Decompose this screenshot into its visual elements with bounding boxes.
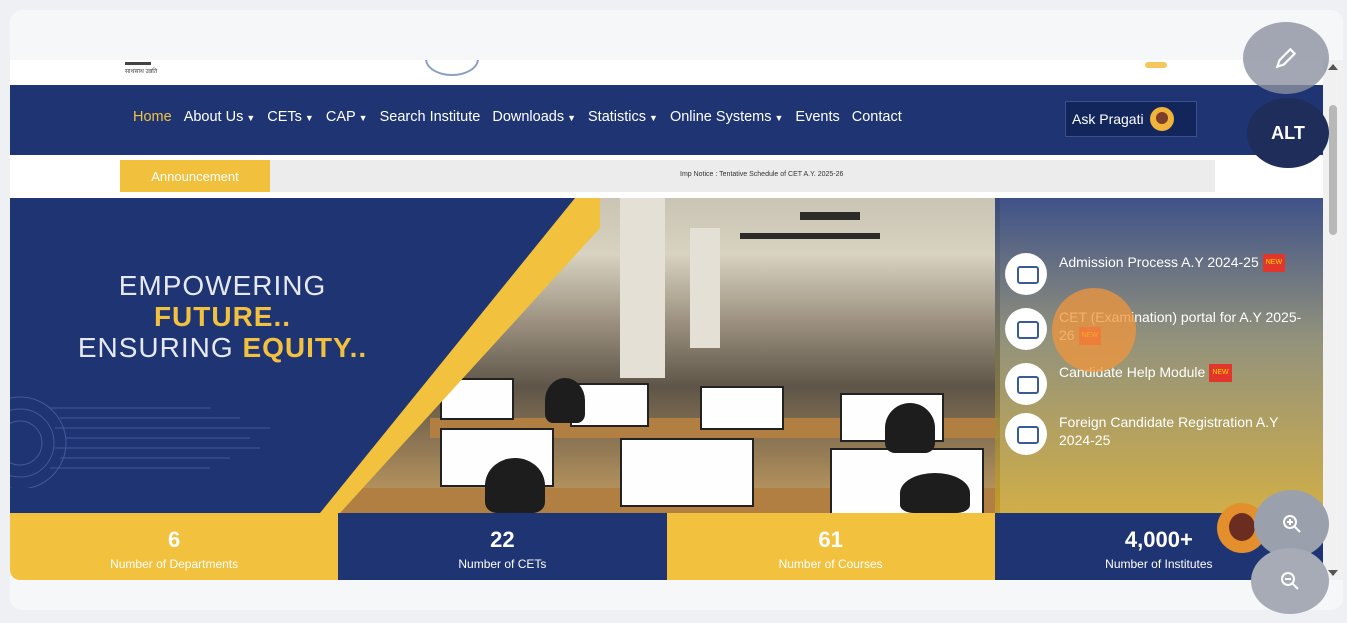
nav-item-label: Events [795, 109, 840, 125]
scroll-down-icon[interactable] [1328, 570, 1338, 576]
stat-label: Number of Courses [778, 557, 883, 571]
stat-value: 6 [168, 527, 181, 552]
nav-item-online-systems[interactable]: Online Systems ▼ [664, 109, 789, 125]
nav-item-label: About Us [183, 109, 244, 125]
nav-item-events[interactable]: Events [789, 109, 845, 125]
nav-item-downloads[interactable]: Downloads ▼ [486, 109, 582, 125]
new-badge: NEW [1262, 254, 1286, 273]
hero-line-1: EMPOWERING [118, 270, 327, 301]
quick-link-icon [1005, 363, 1047, 405]
caret-down-icon: ▼ [774, 113, 784, 123]
quick-link-4[interactable]: Foreign Candidate Registration A.Y 2024-… [1005, 413, 1310, 455]
nav-item-label: Statistics [588, 109, 647, 125]
zoom-in-icon [1282, 515, 1301, 533]
hero-tagline: EMPOWERING FUTURE.. ENSURING EQUITY.. [60, 270, 385, 363]
stats-strip: 6 Number of Departments 22 Number of CETs 61… [10, 513, 1323, 580]
stat-tile: 6 Number of Departments [10, 513, 339, 580]
nav-item-label: Online Systems [669, 109, 772, 125]
quick-link-label: Admission Process A.Y 2024-25 NEW [1059, 253, 1286, 273]
pencil-icon [1275, 47, 1297, 69]
nav-item-cets[interactable]: CETs ▼ [261, 109, 320, 125]
hero-line-3: ENSURING EQUITY.. [77, 332, 368, 363]
nav-item-label: Search Institute [379, 109, 481, 125]
zoom-out-button[interactable] [1251, 548, 1329, 614]
browser-frame: साथसाथ उन्नति Home About Us ▼ CETs ▼ CAP ▼ Sear… [10, 10, 1343, 610]
nav-item-label: Contact [851, 109, 902, 125]
nav-item-label: Downloads [492, 109, 565, 125]
quick-link-2[interactable]: CET (Examination) portal for A.Y 2025-26… [1005, 308, 1310, 350]
stat-value: 22 [490, 527, 515, 552]
cursor-highlight [1052, 288, 1136, 372]
govt-logo-text: साथसाथ उन्नति [125, 69, 158, 75]
nav-item-label: Home [133, 109, 172, 125]
alt-text-button[interactable]: ALT [1247, 98, 1329, 168]
nav-item-contact[interactable]: Contact [846, 109, 908, 125]
caret-down-icon: ▼ [246, 113, 256, 123]
announcement-tab: Announcement [120, 160, 270, 192]
nav-item-label: CETs [267, 109, 302, 125]
quick-link-icon [1005, 413, 1047, 455]
logo-strip: साथसाथ उन्नति [10, 60, 1323, 85]
ask-pragati-label: Ask Pragati [1072, 111, 1144, 127]
govt-logo[interactable]: साथसाथ उन्नति [125, 60, 165, 75]
ask-pragati-button[interactable]: Ask Pragati [1065, 101, 1197, 137]
scroll-up-icon[interactable] [1328, 64, 1338, 70]
new-badge: NEW [1209, 364, 1232, 383]
caret-down-icon: ▼ [304, 113, 314, 123]
quick-link-icon [1005, 253, 1047, 295]
stat-tile: 61 Number of Courses [666, 513, 995, 580]
scroll-thumb[interactable] [1329, 105, 1337, 235]
nav-item-statistics[interactable]: Statistics ▼ [582, 109, 664, 125]
edit-button[interactable] [1243, 22, 1329, 94]
announcement-bar: Announcement Imp Notice : Tentative Sche… [120, 160, 1215, 192]
nav-item-search-institute[interactable]: Search Institute [374, 109, 487, 125]
nav-item-home[interactable]: Home [127, 109, 178, 125]
nav-item-label: CAP [325, 109, 356, 125]
circuit-decoration [10, 396, 270, 488]
stat-value: 61 [818, 527, 843, 552]
quick-link-icon [1005, 308, 1047, 350]
announcement-marquee[interactable]: Imp Notice : Tentative Schedule of CET A… [680, 171, 843, 178]
right-logo [1145, 62, 1167, 68]
stat-tile: 22 Number of CETs [338, 513, 667, 580]
cell-emblem-logo[interactable] [425, 60, 479, 76]
nav-item-cap[interactable]: CAP ▼ [320, 109, 374, 125]
quick-links-panel: Admission Process A.Y 2024-25NEW CET (Exa… [995, 198, 1323, 513]
assistant-avatar-icon [1149, 107, 1174, 131]
zoom-out-icon [1281, 572, 1299, 590]
caret-down-icon: ▼ [649, 113, 658, 123]
nav-item-about-us[interactable]: About Us ▼ [178, 109, 262, 125]
main-navbar: Home About Us ▼ CETs ▼ CAP ▼ Search Institute Do… [10, 85, 1323, 155]
caret-down-icon: ▼ [567, 113, 577, 123]
quick-link-label: Foreign Candidate Registration A.Y 2024-… [1059, 414, 1279, 448]
quick-link-1[interactable]: Admission Process A.Y 2024-25 NEW [1005, 253, 1310, 295]
hero-line-2: FUTURE.. [153, 301, 292, 332]
quick-link-3[interactable]: Candidate Help Module NEW [1005, 363, 1310, 405]
stat-label: Number of Departments [110, 557, 239, 571]
stat-label: Number of CETs [458, 557, 547, 571]
caret-down-icon: ▼ [358, 113, 368, 123]
nav-menu: Home About Us ▼ CETs ▼ CAP ▼ Search Institute Do… [127, 109, 908, 125]
